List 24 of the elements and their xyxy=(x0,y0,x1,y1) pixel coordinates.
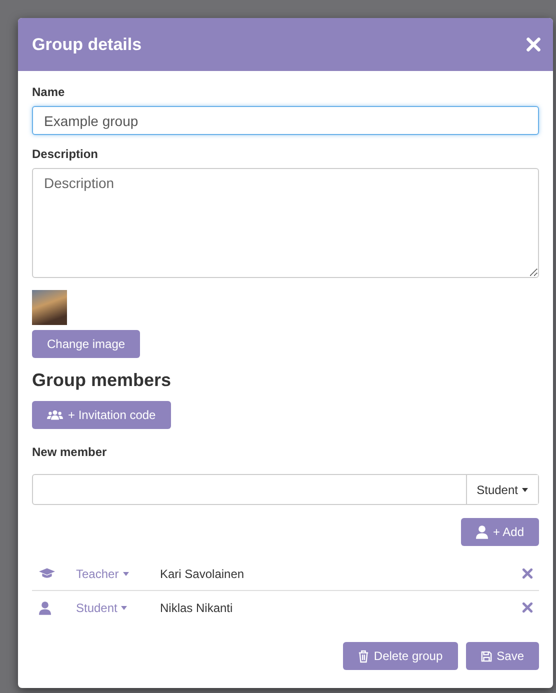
add-button[interactable]: + Add xyxy=(460,518,539,546)
role-dropdown[interactable]: Student xyxy=(466,475,538,504)
role-dropdown[interactable]: Teacher xyxy=(76,566,160,580)
graduation-cap-icon xyxy=(39,568,55,579)
person-icon xyxy=(476,525,488,539)
close-button[interactable] xyxy=(526,37,541,52)
delete-group-button[interactable]: Delete group xyxy=(342,642,458,670)
role-dropdown[interactable]: Student xyxy=(76,600,160,614)
new-member-label: New member xyxy=(32,445,108,459)
name-field[interactable]: Example group xyxy=(32,106,539,135)
name-label: Name xyxy=(32,85,66,99)
photo-placeholder xyxy=(32,290,67,325)
member-name: Kari Savolainen xyxy=(160,566,246,580)
users-icon xyxy=(47,410,63,420)
person-icon xyxy=(39,600,51,614)
description-label: Description xyxy=(32,147,100,161)
invitation-code-button[interactable]: + Invitation code xyxy=(32,401,171,429)
description-field[interactable]: Description xyxy=(32,168,539,278)
member-name: Niklas Nikanti xyxy=(160,600,234,614)
save-button[interactable]: Save xyxy=(466,642,539,670)
trash-icon xyxy=(358,650,369,662)
change-image-button[interactable]: Change image xyxy=(32,330,140,358)
section-heading: Group members xyxy=(32,370,172,391)
dialog-title: Group details xyxy=(32,34,142,54)
